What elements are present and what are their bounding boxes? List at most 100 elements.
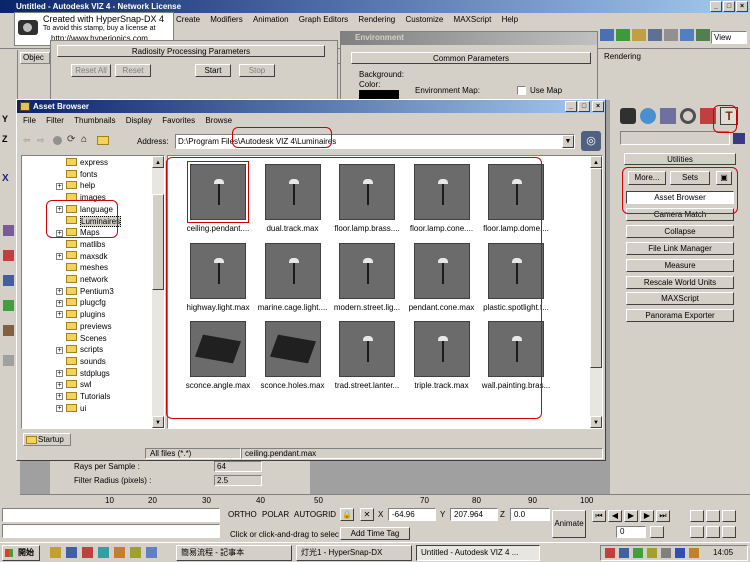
toolbar-icon[interactable] [680, 29, 694, 41]
toolbar-icon[interactable] [648, 29, 662, 41]
ql-icon[interactable] [130, 547, 141, 558]
asset-logo-icon[interactable]: ◎ [581, 131, 601, 151]
color-swatch[interactable] [359, 90, 399, 99]
x-coordinate-field[interactable]: -64.96 [388, 508, 436, 521]
tree-item[interactable]: +matlibs [56, 239, 105, 250]
zoom-all-icon[interactable] [706, 510, 720, 522]
scroll-down-icon[interactable]: ▼ [152, 416, 164, 428]
menu-rendering[interactable]: Rendering [358, 15, 395, 24]
thumb-scrollbar[interactable]: ▲ ▼ [590, 156, 602, 428]
tray-icon[interactable] [689, 548, 699, 558]
y-coordinate-field[interactable]: 207.964 [450, 508, 498, 521]
menu-graph-editors[interactable]: Graph Editors [299, 15, 348, 24]
home-icon[interactable]: ⌂ [81, 134, 87, 145]
reset-all-button[interactable]: Reset All [71, 64, 111, 77]
modify-tab-icon[interactable] [640, 108, 656, 124]
tree-item[interactable]: +sounds [56, 356, 106, 367]
stop-icon[interactable] [53, 136, 62, 145]
tray-icon[interactable] [605, 548, 615, 558]
maximize-icon[interactable]: □ [578, 101, 590, 112]
color-swatch-icon[interactable] [733, 133, 745, 144]
expand-icon[interactable]: + [56, 299, 63, 307]
tool-icon[interactable] [3, 355, 14, 366]
goto-start-icon[interactable]: ⏮ [592, 510, 606, 522]
tool-icon[interactable] [3, 225, 14, 236]
tree-item[interactable]: + stdplugs [56, 368, 110, 379]
tree-item[interactable]: +meshes [56, 262, 108, 273]
refresh-icon[interactable]: ⟳ [67, 134, 75, 145]
scroll-thumb[interactable] [590, 168, 602, 368]
maximize-icon[interactable]: □ [723, 1, 735, 12]
menu-thumbnails[interactable]: Thumbnails [74, 116, 115, 125]
menu-customize[interactable]: Customize [406, 15, 444, 24]
chevron-down-icon[interactable]: ▼ [562, 135, 574, 148]
menu-help[interactable]: Help [502, 15, 518, 24]
menu-browse[interactable]: Browse [205, 116, 232, 125]
ql-icon[interactable] [114, 547, 125, 558]
back-icon[interactable]: ⇦ [23, 135, 31, 146]
close-icon[interactable]: × [736, 1, 748, 12]
taskbar-item-hypersnap[interactable]: 灯光1 - HyperSnap-DX [296, 545, 412, 561]
ql-icon[interactable] [146, 547, 157, 558]
startup-tab[interactable]: Startup [23, 433, 71, 446]
expand-icon[interactable]: + [56, 288, 63, 296]
menu-modifiers[interactable]: Modifiers [210, 15, 242, 24]
ql-icon[interactable] [50, 547, 61, 558]
expand-icon[interactable]: + [56, 381, 63, 389]
tray-icon[interactable] [675, 548, 685, 558]
menu-animation[interactable]: Animation [253, 15, 289, 24]
tree-item[interactable]: + plugcfg [56, 297, 106, 308]
scroll-up-icon[interactable]: ▲ [152, 156, 164, 168]
expand-icon[interactable]: + [56, 405, 63, 413]
taskbar-item-viz[interactable]: Untitled - Autodesk VIZ 4 ... [416, 545, 540, 561]
ql-icon[interactable] [82, 547, 93, 558]
tool-icon[interactable] [3, 275, 14, 286]
expand-icon[interactable]: + [56, 369, 63, 377]
ql-icon[interactable] [98, 547, 109, 558]
tool-icon[interactable] [3, 325, 14, 336]
folder-up-icon[interactable] [97, 136, 109, 145]
menu-filter[interactable]: Filter [46, 116, 64, 125]
taskbar-item-notepad[interactable]: 簡易流程 - 記事本 [176, 545, 292, 561]
tree-item[interactable]: + plugins [56, 309, 105, 320]
tree-item[interactable]: + ui [56, 403, 86, 414]
tree-scrollbar[interactable]: ▲ ▼ [152, 156, 164, 428]
motion-tab-icon[interactable] [680, 108, 696, 124]
orbit-icon[interactable] [706, 526, 720, 538]
z-coordinate-field[interactable]: 0.0 [510, 508, 550, 521]
toolbar-icon[interactable] [696, 29, 710, 41]
menu-create[interactable]: Create [176, 15, 200, 24]
minimize-icon[interactable]: _ [710, 1, 722, 12]
rays-field[interactable]: 64 [214, 461, 262, 472]
pan-icon[interactable] [690, 526, 704, 538]
tree-item[interactable]: +fonts [56, 169, 97, 180]
forward-icon[interactable]: ⇨ [37, 135, 45, 146]
menu-file[interactable]: File [23, 116, 36, 125]
menu-display[interactable]: Display [126, 116, 152, 125]
create-tab-icon[interactable] [620, 108, 636, 124]
scroll-up-icon[interactable]: ▲ [590, 156, 602, 168]
ortho-toggle[interactable]: ORTHO [228, 510, 257, 519]
tool-icon[interactable] [3, 250, 14, 261]
frame-field[interactable]: 0 [616, 526, 646, 538]
toolbar-icon[interactable] [664, 29, 678, 41]
utilities-rollout[interactable]: Utilities [624, 153, 736, 165]
animate-button[interactable]: Animate [552, 510, 586, 538]
expand-icon[interactable]: + [56, 182, 63, 190]
menu-maxscript[interactable]: MAXScript [454, 15, 492, 24]
measure-button[interactable]: Measure [626, 259, 734, 272]
maxscript-button[interactable]: MAXScript [626, 292, 734, 305]
common-parameters-rollout[interactable]: Common Parameters [351, 52, 591, 64]
time-config-icon[interactable] [650, 526, 664, 538]
reset-button[interactable]: Reset [115, 64, 151, 77]
tray-icon[interactable] [619, 548, 629, 558]
toolbar-icon[interactable] [632, 29, 646, 41]
absolute-mode-icon[interactable]: ✕ [360, 508, 374, 521]
tray-icon[interactable] [633, 548, 643, 558]
tree-item[interactable]: +network [56, 274, 108, 285]
file-link-manager-button[interactable]: File Link Manager [626, 242, 734, 255]
stop-button[interactable]: Stop [239, 64, 275, 77]
tree-item[interactable]: +previews [56, 321, 112, 332]
view-dropdown[interactable]: View [711, 31, 747, 44]
start-button[interactable]: 開始 [2, 545, 40, 561]
